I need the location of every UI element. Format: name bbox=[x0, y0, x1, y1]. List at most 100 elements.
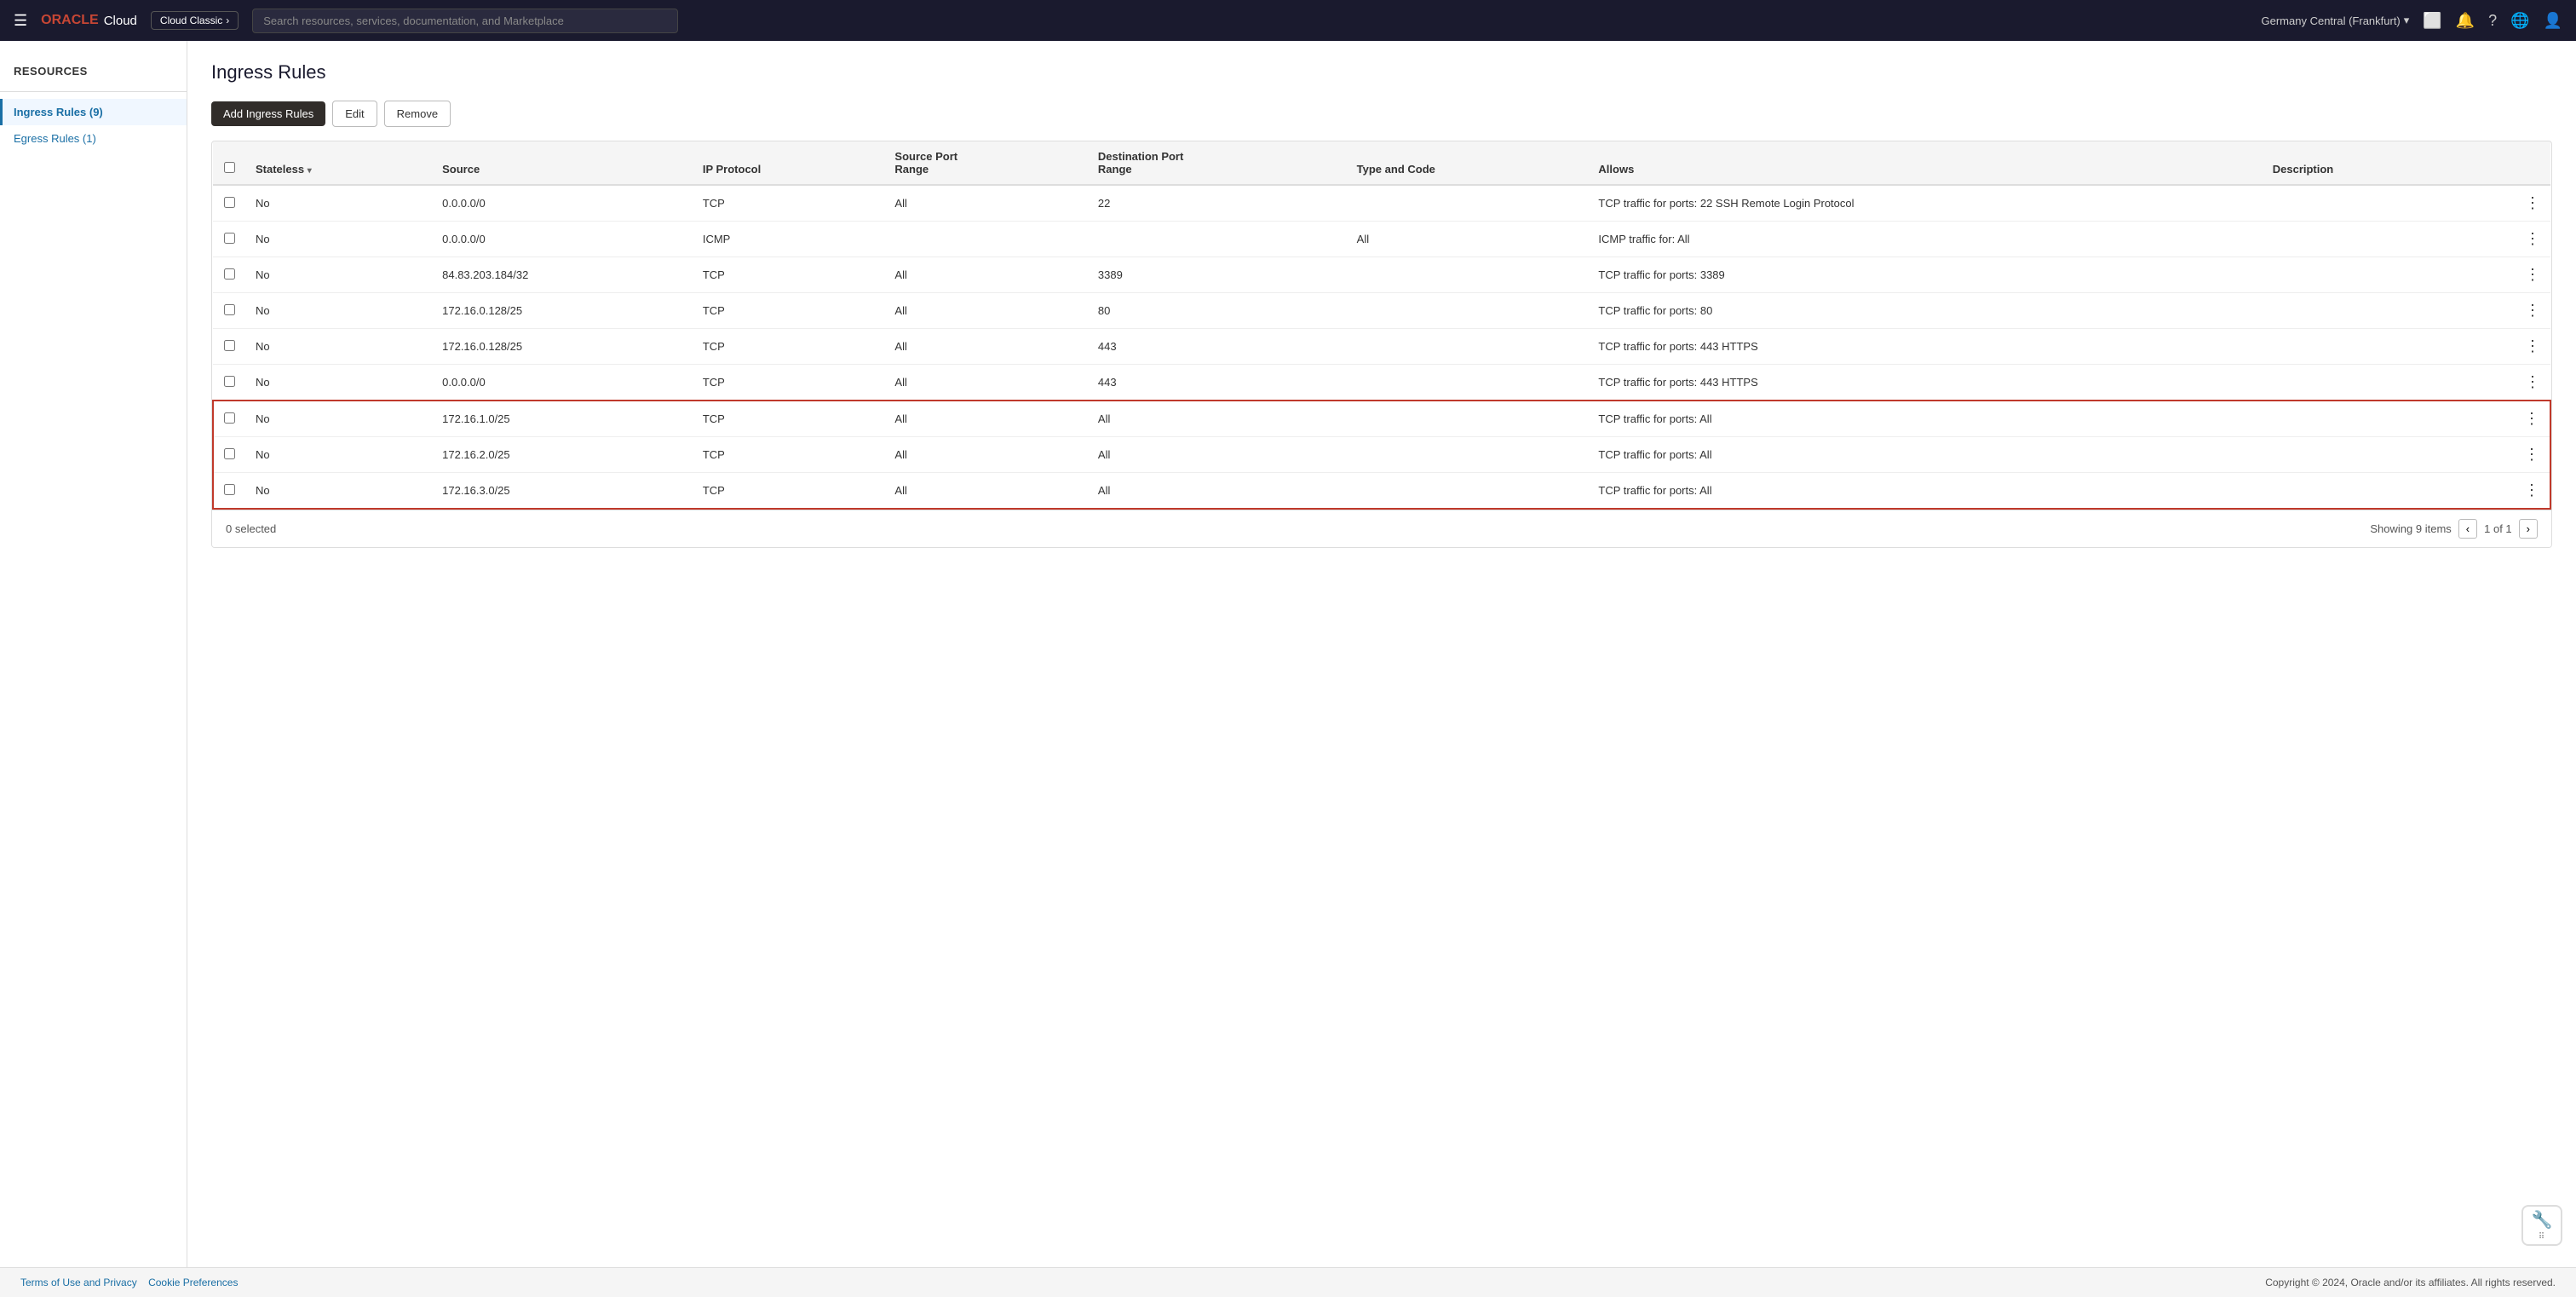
row-source: 172.16.0.128/25 bbox=[432, 293, 693, 329]
ingress-rules-table-container: Stateless ▾ Source IP Protocol Source Po… bbox=[211, 141, 2552, 548]
header-allows: Allows bbox=[1588, 141, 2262, 185]
next-page-button[interactable]: › bbox=[2519, 519, 2538, 539]
row-checkbox[interactable] bbox=[224, 376, 235, 387]
header-ip-protocol: IP Protocol bbox=[693, 141, 885, 185]
select-all-checkbox[interactable] bbox=[224, 162, 235, 173]
row-description bbox=[2263, 185, 2461, 222]
sidebar: Resources Ingress Rules (9) Egress Rules… bbox=[0, 41, 187, 1297]
row-checkbox[interactable] bbox=[224, 484, 235, 495]
row-checkbox[interactable] bbox=[224, 304, 235, 315]
cloud-text: Cloud bbox=[104, 14, 137, 28]
sidebar-item-egress-rules[interactable]: Egress Rules (1) bbox=[0, 125, 187, 152]
row-actions-menu[interactable]: ⋮ bbox=[2471, 194, 2540, 212]
toolbar: Add Ingress Rules Edit Remove bbox=[211, 101, 2552, 127]
console-icon[interactable]: ⬜ bbox=[2423, 12, 2441, 30]
row-type-and-code bbox=[1347, 401, 1589, 437]
cookie-preferences-link[interactable]: Cookie Preferences bbox=[148, 1277, 238, 1288]
row-checkbox[interactable] bbox=[224, 448, 235, 459]
row-actions-cell: ⋮ bbox=[2461, 329, 2550, 365]
row-actions-menu[interactable]: ⋮ bbox=[2471, 337, 2540, 355]
row-actions-menu[interactable]: ⋮ bbox=[2471, 230, 2540, 248]
row-checkbox[interactable] bbox=[224, 233, 235, 244]
row-stateless: No bbox=[245, 365, 432, 401]
row-destination-port-range: All bbox=[1088, 401, 1347, 437]
row-allows: TCP traffic for ports: 443 HTTPS bbox=[1588, 329, 2262, 365]
table-row: No172.16.3.0/25TCPAllAllTCP traffic for … bbox=[213, 473, 2550, 510]
row-source: 84.83.203.184/32 bbox=[432, 257, 693, 293]
help-widget[interactable]: 🔧 ⠿ bbox=[2521, 1205, 2562, 1246]
row-allows: TCP traffic for ports: 3389 bbox=[1588, 257, 2262, 293]
row-actions-menu[interactable]: ⋮ bbox=[2471, 410, 2539, 428]
row-destination-port-range: 443 bbox=[1088, 329, 1347, 365]
row-checkbox[interactable] bbox=[224, 412, 235, 424]
row-type-and-code bbox=[1347, 365, 1589, 401]
row-checkbox[interactable] bbox=[224, 197, 235, 208]
row-ip-protocol: TCP bbox=[693, 185, 885, 222]
cloud-classic-arrow: › bbox=[226, 14, 229, 26]
remove-button[interactable]: Remove bbox=[384, 101, 451, 127]
header-checkbox-cell bbox=[213, 141, 245, 185]
row-description bbox=[2263, 257, 2461, 293]
prev-page-button[interactable]: ‹ bbox=[2458, 519, 2477, 539]
row-stateless: No bbox=[245, 437, 432, 473]
header-description: Description bbox=[2263, 141, 2461, 185]
table-row: No0.0.0.0/0ICMPAllICMP traffic for: All … bbox=[213, 222, 2550, 257]
region-selector[interactable]: Germany Central (Frankfurt) ▾ bbox=[2262, 14, 2410, 27]
row-allows: TCP traffic for ports: All bbox=[1588, 473, 2262, 510]
row-source-port-range: All bbox=[884, 257, 1088, 293]
region-chevron-icon: ▾ bbox=[2404, 14, 2410, 27]
row-allows: ICMP traffic for: All bbox=[1588, 222, 2262, 257]
terms-link[interactable]: Terms of Use and Privacy bbox=[20, 1277, 137, 1288]
row-description bbox=[2263, 401, 2461, 437]
oracle-logo: ORACLE Cloud bbox=[41, 13, 137, 28]
table-header-row: Stateless ▾ Source IP Protocol Source Po… bbox=[213, 141, 2550, 185]
row-checkbox-cell bbox=[213, 365, 245, 401]
row-checkbox-cell bbox=[213, 222, 245, 257]
sidebar-section-title: Resources bbox=[0, 58, 187, 84]
menu-icon[interactable]: ☰ bbox=[14, 12, 27, 30]
search-input[interactable] bbox=[252, 9, 678, 33]
notifications-icon[interactable]: 🔔 bbox=[2456, 12, 2475, 30]
showing-label: Showing 9 items bbox=[2370, 522, 2451, 535]
row-actions-menu[interactable]: ⋮ bbox=[2471, 302, 2540, 320]
row-actions-menu[interactable]: ⋮ bbox=[2471, 446, 2539, 464]
row-checkbox[interactable] bbox=[224, 340, 235, 351]
row-source-port-range: All bbox=[884, 293, 1088, 329]
profile-icon[interactable]: 👤 bbox=[2544, 12, 2562, 30]
row-source: 172.16.2.0/25 bbox=[432, 437, 693, 473]
sidebar-item-ingress-rules[interactable]: Ingress Rules (9) bbox=[0, 99, 187, 125]
row-actions-menu[interactable]: ⋮ bbox=[2471, 481, 2539, 499]
header-source: Source bbox=[432, 141, 693, 185]
row-actions-cell: ⋮ bbox=[2461, 222, 2550, 257]
row-destination-port-range: All bbox=[1088, 473, 1347, 510]
copyright-text: Copyright © 2024, Oracle and/or its affi… bbox=[2265, 1277, 2556, 1288]
row-stateless: No bbox=[245, 473, 432, 510]
row-actions-menu[interactable]: ⋮ bbox=[2471, 373, 2540, 391]
row-description bbox=[2263, 329, 2461, 365]
row-description bbox=[2263, 365, 2461, 401]
row-source-port-range: All bbox=[884, 365, 1088, 401]
row-checkbox-cell bbox=[213, 473, 245, 510]
selected-count: 0 selected bbox=[226, 522, 276, 535]
row-checkbox[interactable] bbox=[224, 268, 235, 280]
table-row: No0.0.0.0/0TCPAll443TCP traffic for port… bbox=[213, 365, 2550, 401]
row-ip-protocol: ICMP bbox=[693, 222, 885, 257]
row-stateless: No bbox=[245, 329, 432, 365]
row-source-port-range: All bbox=[884, 401, 1088, 437]
row-actions-cell: ⋮ bbox=[2461, 257, 2550, 293]
add-ingress-rules-button[interactable]: Add Ingress Rules bbox=[211, 101, 325, 126]
row-actions-cell: ⋮ bbox=[2461, 293, 2550, 329]
language-icon[interactable]: 🌐 bbox=[2510, 12, 2529, 30]
row-actions-menu[interactable]: ⋮ bbox=[2471, 266, 2540, 284]
help-icon[interactable]: ? bbox=[2488, 12, 2497, 30]
header-actions bbox=[2461, 141, 2550, 185]
cloud-classic-badge[interactable]: Cloud Classic › bbox=[151, 11, 239, 30]
row-allows: TCP traffic for ports: All bbox=[1588, 437, 2262, 473]
sort-icon: ▾ bbox=[308, 166, 312, 176]
help-widget-icon: 🔧 bbox=[2532, 1209, 2553, 1231]
edit-button[interactable]: Edit bbox=[332, 101, 377, 127]
header-stateless[interactable]: Stateless ▾ bbox=[245, 141, 432, 185]
row-ip-protocol: TCP bbox=[693, 257, 885, 293]
table-row: No84.83.203.184/32TCPAll3389TCP traffic … bbox=[213, 257, 2550, 293]
cloud-classic-label: Cloud Classic bbox=[160, 14, 222, 26]
